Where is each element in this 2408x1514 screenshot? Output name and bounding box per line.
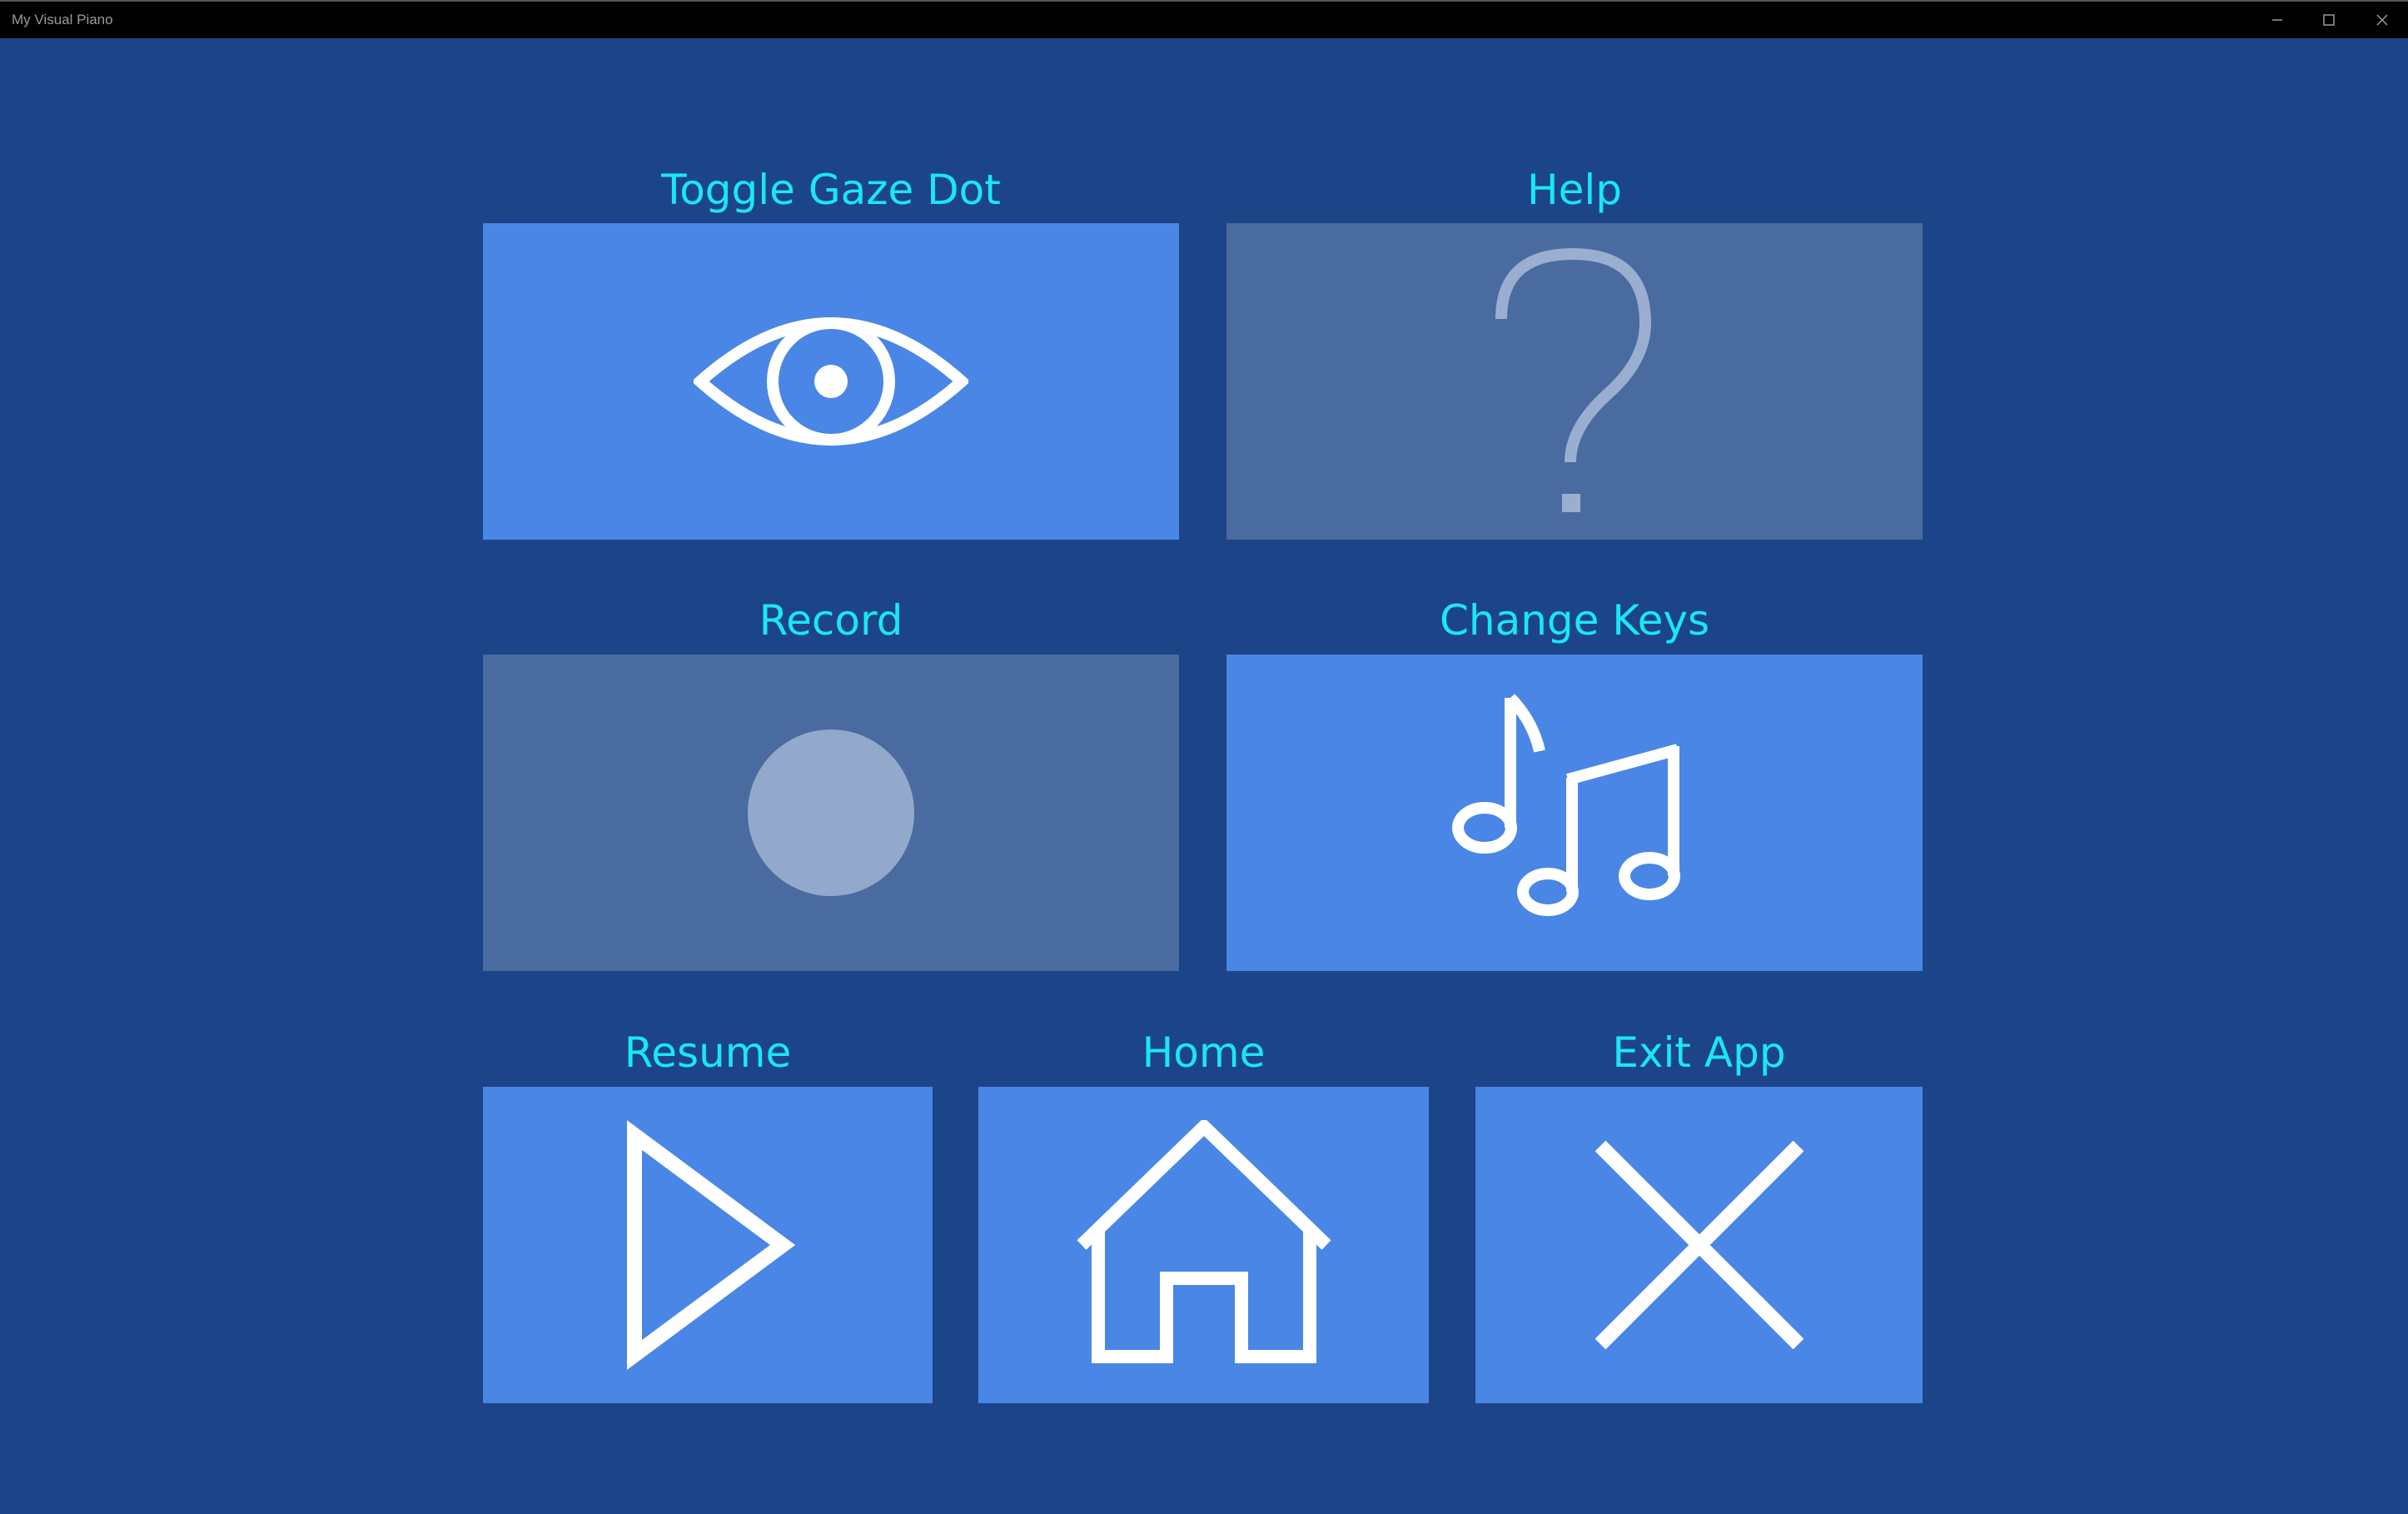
eye-icon <box>694 317 968 446</box>
home-icon <box>1076 1120 1331 1363</box>
help-button[interactable] <box>1226 223 1923 540</box>
minimize-icon <box>2272 19 2282 21</box>
toggle-gaze-dot-button[interactable] <box>483 223 1179 540</box>
change-keys-label: Change Keys <box>1439 596 1710 645</box>
record-circle-icon <box>748 730 914 896</box>
record-label: Record <box>759 596 903 645</box>
title-bar: My Visual Piano <box>0 0 2408 38</box>
home-button[interactable] <box>978 1087 1429 1403</box>
record-button[interactable] <box>483 655 1179 971</box>
close-window-button[interactable] <box>2356 2 2408 38</box>
app-window: My Visual Piano Toggle Gaze Dot Help Rec… <box>0 0 2408 1514</box>
music-notes-icon <box>1452 694 1680 916</box>
close-icon <box>1595 1141 1804 1349</box>
resume-button[interactable] <box>483 1087 933 1403</box>
toggle-gaze-dot-label: Toggle Gaze Dot <box>661 166 1001 214</box>
home-label: Home <box>1142 1028 1266 1077</box>
exit-app-label: Exit App <box>1612 1028 1786 1077</box>
minimize-button[interactable] <box>2251 2 2303 38</box>
maximize-button[interactable] <box>2303 2 2355 38</box>
change-keys-button[interactable] <box>1226 655 1923 971</box>
help-label: Help <box>1527 166 1622 214</box>
play-icon <box>627 1120 796 1370</box>
question-mark-icon <box>1495 247 1652 512</box>
resume-label: Resume <box>624 1028 792 1077</box>
maximize-icon <box>2323 14 2335 26</box>
window-title: My Visual Piano <box>12 12 113 27</box>
exit-app-button[interactable] <box>1475 1087 1923 1403</box>
close-icon <box>2376 14 2388 26</box>
